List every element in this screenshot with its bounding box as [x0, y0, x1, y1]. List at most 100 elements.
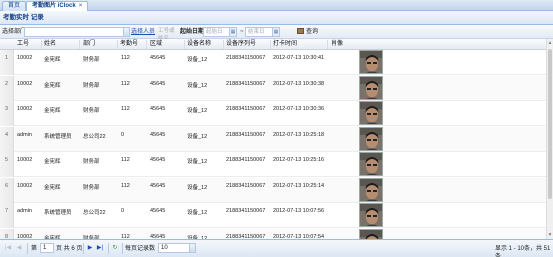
cell-id: 10002: [17, 80, 33, 87]
cell-area: 45645: [150, 106, 166, 112]
cell-att-no: 112: [121, 55, 130, 61]
refresh-icon[interactable]: ↻: [111, 244, 119, 253]
page-count-label: 页 共 6 页: [56, 246, 83, 252]
select-person-link[interactable]: 选择人员: [131, 28, 155, 36]
row-number: 5: [0, 152, 14, 177]
col-header-time[interactable]: 打卡时间: [273, 41, 297, 48]
first-page-icon[interactable]: |◀: [4, 244, 12, 253]
next-page-icon[interactable]: ▶: [86, 244, 94, 253]
table-row[interactable]: 3 10002 金宪辉 财务部 112 45645 设备_12 2188341150067 20…: [0, 101, 546, 126]
cell-name: 金宪辉: [44, 184, 61, 191]
last-page-icon[interactable]: ▶|: [96, 244, 104, 253]
cell-device: 设备_12: [187, 159, 208, 165]
person-input[interactable]: 工号或姓名: [156, 27, 178, 42]
row-number: 3: [0, 101, 14, 126]
cell-time: 2012-07-13 10:07:56: [273, 208, 325, 214]
cell-serial: 2188341150067: [226, 55, 266, 61]
cell-device: 设备_12: [187, 108, 208, 114]
start-date-field[interactable]: 起始日 ▦: [203, 27, 237, 37]
cell-dept: 总公司22: [83, 210, 106, 216]
tab-home[interactable]: 首页: [2, 1, 27, 11]
portrait-photo[interactable]: [359, 203, 383, 227]
table-row[interactable]: 7 admin 系统管理员 总公司22 0 45645 设备_12 2188341150067…: [0, 203, 546, 228]
vertical-scrollbar[interactable]: ▲ ▼: [546, 39, 553, 239]
table-row[interactable]: 2 10002 金宪辉 财务部 112 45645 设备_12 2188341150067 20…: [0, 75, 546, 101]
cell-device: 设备_12: [187, 184, 208, 191]
cell-time: 2012-07-13 10:25:18: [273, 131, 325, 138]
portrait-photo[interactable]: [359, 75, 383, 100]
query-button-label: 查询: [306, 29, 319, 35]
cell-name: 金宪辉: [44, 108, 61, 114]
table-row[interactable]: 5 10002 金宪辉 财务部 112 45645 设备_12 2188341150067 20…: [0, 152, 546, 177]
end-date-field[interactable]: 结束日 ▦: [245, 27, 280, 37]
row-number: 1: [0, 50, 14, 75]
paging-status: 显示 1 - 10条，共 51 条: [495, 246, 551, 257]
page-size-label: 每页记录数: [125, 246, 156, 252]
dept-combo[interactable]: [24, 27, 130, 37]
page-label: 第: [31, 246, 38, 252]
cell-dept: 财务部: [83, 108, 100, 114]
col-header-att-no[interactable]: 考勤号: [120, 41, 138, 48]
date-label: 起始日期: [180, 29, 205, 35]
cell-time: 2012-07-13 10:25:14: [273, 182, 325, 189]
row-number: 4: [0, 126, 14, 152]
page-size-select[interactable]: 10: [158, 243, 196, 253]
cell-name: 金宪辉: [44, 57, 61, 63]
calendar-icon[interactable]: ▦: [229, 28, 236, 36]
table-row[interactable]: 8 10002 金宪辉 财务部 112 45645 设备_12 2188341150067 20…: [0, 228, 546, 239]
scroll-down-icon[interactable]: ▼: [547, 231, 553, 239]
col-header-serial[interactable]: 设备序列号: [226, 41, 256, 48]
portrait-photo[interactable]: [359, 126, 383, 151]
tab-bar: 首页 考勤图片 iClock ×: [0, 0, 553, 12]
row-number: 8: [0, 228, 14, 239]
cell-att-no: 112: [121, 182, 130, 189]
cell-id: 10002: [17, 182, 33, 189]
dept-label: 选择部门: [2, 29, 27, 35]
paging-toolbar: |◀ ◀ 第 1 页 共 6 页 ▶ ▶| ↻ 每页记录数 10 显示 1 - …: [0, 239, 553, 257]
scroll-up-icon[interactable]: ▲: [547, 39, 553, 47]
chevron-down-icon[interactable]: [123, 28, 129, 36]
col-header-id[interactable]: 工号: [17, 41, 29, 48]
col-header-photo[interactable]: 肖像: [331, 41, 343, 48]
search-icon: [297, 28, 304, 35]
row-number: 7: [0, 203, 14, 228]
portrait-photo[interactable]: [359, 177, 383, 202]
table-row[interactable]: 4 admin 系统管理员 总公司22 0 45645 设备_12 2188341150067…: [0, 126, 546, 152]
cell-name: 金宪辉: [44, 159, 61, 165]
cell-serial: 2188341150067: [226, 106, 266, 112]
cell-dept: 财务部: [83, 57, 100, 63]
cell-serial: 2188341150067: [226, 157, 266, 163]
cell-dept: 总公司22: [83, 133, 106, 140]
cell-serial: 2188341150067: [226, 182, 266, 189]
cell-dept: 财务部: [83, 159, 100, 165]
page-size-value: 10: [161, 245, 168, 251]
portrait-photo[interactable]: [359, 50, 383, 74]
table-row[interactable]: 6 10002 金宪辉 财务部 112 45645 设备_12 2188341150067 20…: [0, 177, 546, 203]
portrait-photo[interactable]: [359, 152, 383, 176]
query-button[interactable]: 查询: [297, 27, 318, 37]
col-header-device[interactable]: 设备名称: [187, 41, 211, 48]
cell-att-no: 112: [121, 106, 130, 112]
tab-attendance-photo-label: 考勤图片 iClock: [32, 3, 76, 9]
portrait-photo[interactable]: [359, 101, 383, 125]
chevron-down-icon[interactable]: [189, 244, 195, 252]
records-grid: 工号 姓名 部门 考勤号 区域 设备名称 设备序列号 打卡时间 肖像 1 1000…: [0, 39, 546, 239]
col-header-area[interactable]: 区域: [150, 41, 162, 48]
cell-name: 系统管理员: [44, 133, 72, 140]
col-header-dept[interactable]: 部门: [83, 41, 95, 48]
table-row[interactable]: 1 10002 金宪辉 财务部 112 45645 设备_12 2188341150067 20…: [0, 50, 546, 75]
cell-serial: 2188341150067: [226, 80, 266, 87]
tab-home-label: 首页: [8, 3, 21, 9]
start-date-placeholder: 起始日: [206, 29, 223, 35]
portrait-photo[interactable]: [359, 228, 383, 239]
scrollbar-thumb[interactable]: [548, 49, 552, 199]
close-icon[interactable]: ×: [79, 2, 83, 11]
calendar-icon[interactable]: ▦: [272, 28, 279, 36]
page-number-input[interactable]: 1: [40, 243, 54, 253]
col-header-name[interactable]: 姓名: [44, 41, 56, 48]
cell-device: 设备_12: [187, 210, 208, 216]
cell-att-no: 0: [121, 131, 125, 138]
end-date-placeholder: 结束日: [248, 29, 265, 35]
cell-area: 45645: [150, 208, 166, 214]
prev-page-icon[interactable]: ◀: [15, 244, 23, 253]
